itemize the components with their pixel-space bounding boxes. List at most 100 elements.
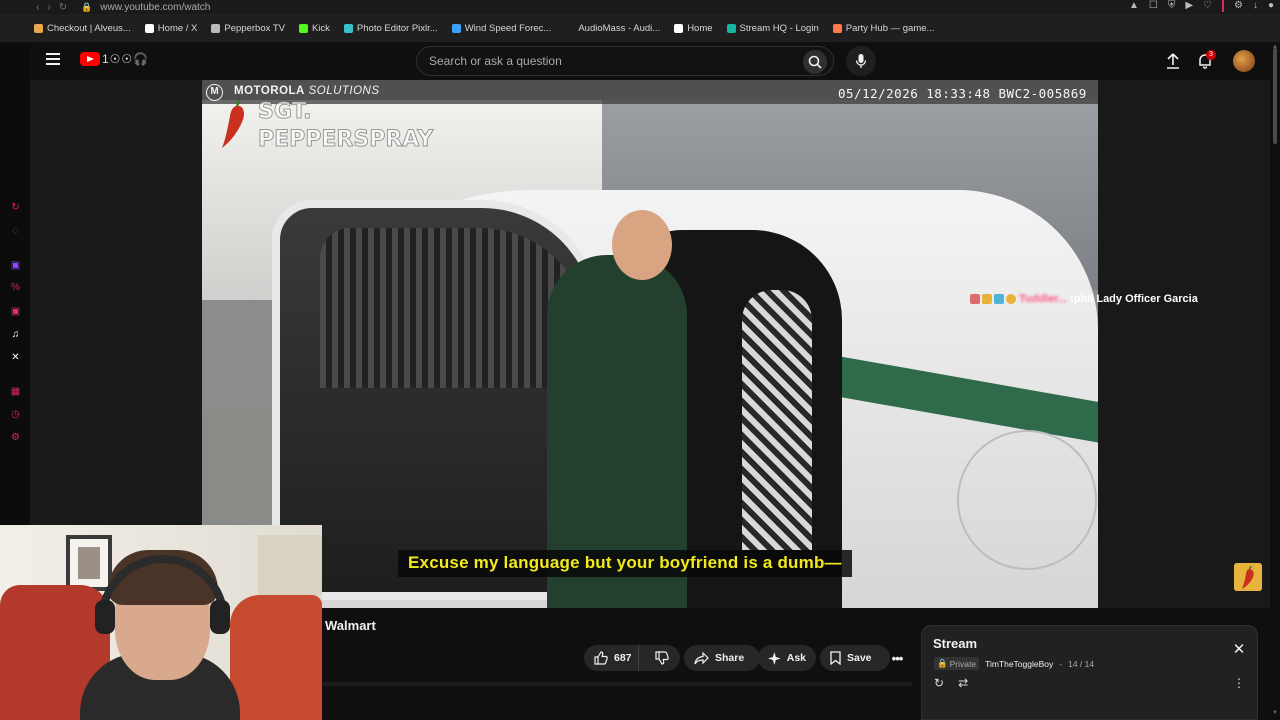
playlist-title[interactable]: Stream xyxy=(933,636,977,651)
close-icon[interactable]: ✕ xyxy=(1231,642,1247,658)
chat-overlay: Tuddler... !phil Lady Officer Garcia xyxy=(970,293,1198,305)
bookmark-item[interactable]: Checkout | Alveus... xyxy=(34,23,131,34)
pepper-badge-icon xyxy=(1234,563,1262,591)
extension-icons: ▲ ☐ ⛨ ▶ ♡ ⚙ ↓ ● xyxy=(1129,0,1274,12)
badge-icon xyxy=(982,294,992,304)
share-label: Share xyxy=(715,652,745,664)
playlist-meta: 🔒 Private TimTheToggleBoy - 14 / 14 xyxy=(934,657,1094,670)
search-button[interactable] xyxy=(803,50,827,74)
bookmark-favicon-icon xyxy=(726,23,736,33)
video-scene-officer-head xyxy=(612,210,672,280)
like-button[interactable]: 687 xyxy=(584,645,639,671)
more-vertical-icon[interactable]: ⋮ xyxy=(1233,676,1245,690)
download-icon[interactable]: ↓ xyxy=(1253,0,1258,12)
description-divider xyxy=(322,682,912,686)
webcam-picture-frame xyxy=(66,535,112,591)
bodycam-timestamp: 05/12/2026 18:33:48 BWC2-005869 xyxy=(838,86,1087,101)
pin-icon[interactable]: ▲ xyxy=(1129,0,1139,12)
playlist-position: 14 / 14 xyxy=(1068,658,1095,669)
bookmark-item[interactable]: Stream HQ - Login xyxy=(726,23,819,34)
bell-dock-icon[interactable]: ♢ xyxy=(10,226,21,237)
like-dislike-group: 687 xyxy=(584,645,680,671)
bookmark-item[interactable]: Home xyxy=(674,22,713,34)
webcam-shelf xyxy=(258,535,322,595)
more-actions-button[interactable]: ••• xyxy=(884,645,910,671)
shield-icon[interactable]: ⛨ xyxy=(1168,0,1176,12)
motorola-logo-icon: M xyxy=(206,84,223,101)
share-icon xyxy=(694,651,709,664)
bookmark-item[interactable]: AudioMass - Audi... xyxy=(565,23,660,34)
bookmark-item[interactable]: Home / X xyxy=(144,22,198,34)
play-extension-icon[interactable]: ▶ xyxy=(1185,0,1193,12)
clock-icon[interactable]: ◷ xyxy=(10,409,21,420)
search-input[interactable]: Search or ask a question xyxy=(416,46,834,76)
back-icon[interactable]: ‹ xyxy=(36,2,39,13)
scrollbar-thumb[interactable] xyxy=(1273,48,1277,144)
video-player[interactable] xyxy=(202,80,1098,608)
browser-nav: ‹ › ↻ xyxy=(36,2,67,13)
privacy-badge: 🔒 Private xyxy=(934,657,980,670)
divider xyxy=(1221,0,1224,12)
save-button[interactable]: Save xyxy=(820,645,890,671)
bookmark-item[interactable]: Pepperbox TV xyxy=(211,23,285,34)
bookmark-item[interactable]: Photo Editor Pixlr... xyxy=(343,22,438,34)
tiktok-icon[interactable]: ♫ xyxy=(10,329,21,340)
bookmarks-bar: Checkout | Alveus... Home / X Pepperbox TV… xyxy=(0,14,1280,42)
notification-badge: 3 xyxy=(1206,50,1216,60)
badge-icon xyxy=(970,294,980,304)
refresh-dock-icon[interactable]: ↻ xyxy=(10,202,21,213)
settings-icon[interactable]: ⚙ xyxy=(10,432,21,443)
twitch-icon[interactable]: ▣ xyxy=(10,260,21,271)
sparkle-icon xyxy=(768,651,781,665)
browser-address-bar[interactable]: ‹ › ↻ 🔒 www.youtube.com/watch ▲ ☐ ⛨ ▶ ♡ … xyxy=(0,0,1280,14)
video-scene-person xyxy=(742,290,812,550)
left-dock: ↻ ♢ ▣ % ▣ ♫ ✕ ▦ ◷ ⚙ xyxy=(0,42,30,532)
badge-icon xyxy=(994,294,1004,304)
scroll-up-icon[interactable]: ▲ xyxy=(1272,44,1278,50)
forward-icon[interactable]: › xyxy=(47,2,50,13)
youtube-logo[interactable] xyxy=(80,52,100,66)
bookmark-label: Party Hub — game... xyxy=(845,22,935,34)
url-text[interactable]: www.youtube.com/watch xyxy=(100,2,210,13)
bookmark-label: Pepperbox TV xyxy=(224,22,285,34)
puzzle-icon[interactable]: ⚙ xyxy=(1234,0,1243,12)
voice-search-button[interactable] xyxy=(846,46,876,76)
dislike-button[interactable] xyxy=(645,645,680,671)
webcam-overlay xyxy=(0,525,322,720)
save-label: Save xyxy=(847,652,872,664)
search-placeholder: Search or ask a question xyxy=(429,54,562,68)
loop-icon[interactable]: ↻ xyxy=(934,676,944,690)
shuffle-icon[interactable]: ⇄ xyxy=(958,676,968,690)
heart-icon[interactable]: ♡ xyxy=(1203,0,1212,12)
bookmark-favicon-icon xyxy=(144,23,154,33)
upload-button[interactable] xyxy=(1163,51,1183,71)
bookmark-label: Wind Speed Forec... xyxy=(464,22,552,34)
bookmark-item[interactable]: Party Hub — game... xyxy=(832,22,935,34)
bookmark-label: Home xyxy=(687,22,713,34)
profile-icon[interactable]: ● xyxy=(1268,0,1274,12)
ask-button[interactable]: Ask xyxy=(758,645,816,671)
instagram-icon[interactable]: ▣ xyxy=(10,306,21,317)
bookmark-favicon-icon xyxy=(298,23,308,33)
privacy-label: Private xyxy=(949,658,977,669)
bookmark-item[interactable]: Wind Speed Forec... xyxy=(451,22,552,34)
separator: - xyxy=(1059,658,1063,669)
calendar-icon[interactable]: ▦ xyxy=(10,386,21,397)
account-avatar[interactable] xyxy=(1233,50,1255,72)
menu-icon[interactable] xyxy=(46,53,60,65)
reload-icon[interactable]: ↻ xyxy=(59,2,67,13)
percent-icon[interactable]: % xyxy=(10,282,21,293)
video-scene-headlight xyxy=(957,430,1097,570)
bookmark-label: Photo Editor Pixlr... xyxy=(356,22,438,34)
bookmark-save-icon xyxy=(830,651,841,665)
share-button[interactable]: Share xyxy=(684,645,760,671)
logo-doodle[interactable]: 1☉☉🎧 xyxy=(102,52,149,66)
playlist-owner[interactable]: TimTheToggleBoy xyxy=(985,659,1053,669)
bookmark-item[interactable]: Kick xyxy=(298,23,330,34)
headset-earcup-right xyxy=(210,600,230,634)
pepper-icon xyxy=(222,100,244,148)
bookmark-label: Home / X xyxy=(157,22,198,34)
x-icon[interactable]: ✕ xyxy=(10,352,21,363)
bookmark-icon[interactable]: ☐ xyxy=(1149,0,1158,12)
scroll-down-icon[interactable]: ▼ xyxy=(1272,710,1278,716)
